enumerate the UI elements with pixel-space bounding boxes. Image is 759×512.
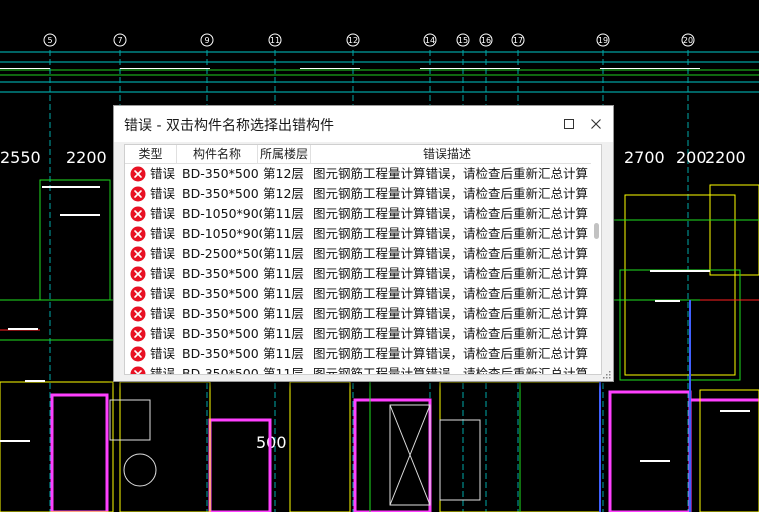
resize-grip-icon[interactable] [603, 371, 611, 379]
scrollbar-thumb[interactable] [594, 223, 599, 239]
column-header-name[interactable]: 构件名称 [177, 145, 258, 163]
row-component-name[interactable]: BD-350*500 [182, 264, 262, 284]
row-component-name[interactable]: BD-350*500 [182, 184, 262, 204]
error-row[interactable]: 错误 BD-350*500 第11层 图元钢筋工程量计算错误，请检查后重新汇总计算 [125, 284, 591, 304]
row-component-name[interactable]: BD-350*500 [182, 164, 262, 184]
error-icon [130, 206, 146, 222]
error-list-header: 类型 构件名称 所属楼层 错误描述 [125, 145, 591, 164]
error-row[interactable]: 错误 BD-1050*900 第11层 图元钢筋工程量计算错误，请检查后重新汇总计算 [125, 224, 591, 244]
row-component-name[interactable]: BD-1050*900 [182, 224, 262, 244]
axis-number: 12 [348, 36, 358, 45]
row-type: 错误 [150, 166, 176, 181]
axis-number: 20 [683, 36, 693, 45]
row-type: 错误 [150, 266, 176, 281]
axis-number: 5 [47, 36, 52, 45]
axis-number: 7 [117, 36, 122, 45]
error-list[interactable]: 类型 构件名称 所属楼层 错误描述 错误 BD-350*500 第12层 图元钢筋工程… [124, 144, 602, 375]
error-icon [130, 286, 146, 302]
axis-number: 9 [204, 36, 209, 45]
row-floor: 第11层 [263, 346, 304, 361]
row-floor: 第12层 [263, 186, 304, 201]
row-description: 图元钢筋工程量计算错误，请检查后重新汇总计算 [313, 326, 589, 341]
axis-number: 11 [270, 36, 280, 45]
row-floor: 第12层 [263, 166, 304, 181]
row-floor: 第11层 [263, 326, 304, 341]
error-dialog: 错误 - 双击构件名称选择出错构件 类型 构件名称 所属楼层 错误描述 错误 BD… [113, 105, 614, 382]
cad-dim-label: 2200 [66, 148, 107, 167]
row-floor: 第11层 [263, 306, 304, 321]
row-description: 图元钢筋工程量计算错误，请检查后重新汇总计算 [313, 306, 589, 321]
row-floor: 第11层 [263, 226, 304, 241]
close-button[interactable] [581, 106, 611, 142]
row-description: 图元钢筋工程量计算错误，请检查后重新汇总计算 [313, 226, 589, 241]
row-floor: 第11层 [263, 286, 304, 301]
row-type: 错误 [150, 306, 176, 321]
row-type: 错误 [150, 186, 176, 201]
error-row[interactable]: 错误 BD-350*500 第11层 图元钢筋工程量计算错误，请检查后重新汇总计算 [125, 364, 591, 375]
error-row[interactable]: 错误 BD-350*500 第11层 图元钢筋工程量计算错误，请检查后重新汇总计算 [125, 304, 591, 324]
close-icon [591, 119, 601, 129]
error-icon [130, 366, 146, 374]
row-floor: 第11层 [263, 206, 304, 221]
row-description: 图元钢筋工程量计算错误，请检查后重新汇总计算 [313, 166, 589, 181]
row-type: 错误 [150, 366, 176, 375]
column-header-type[interactable]: 类型 [125, 145, 177, 163]
row-component-name[interactable]: BD-350*500 [182, 284, 262, 304]
dialog-titlebar[interactable]: 错误 - 双击构件名称选择出错构件 [114, 106, 613, 142]
axis-number: 16 [481, 36, 491, 45]
error-icon [130, 346, 146, 362]
row-floor: 第11层 [263, 366, 304, 375]
maximize-icon [564, 119, 574, 129]
dialog-title: 错误 - 双击构件名称选择出错构件 [124, 118, 334, 134]
vertical-scrollbar[interactable] [591, 145, 601, 374]
axis-number: 14 [425, 36, 435, 45]
row-type: 错误 [150, 226, 176, 241]
error-row[interactable]: 错误 BD-350*500 第11层 图元钢筋工程量计算错误，请检查后重新汇总计算 [125, 324, 591, 344]
error-row[interactable]: 错误 BD-350*500 第12层 图元钢筋工程量计算错误，请检查后重新汇总计算 [125, 184, 591, 204]
row-floor: 第11层 [263, 266, 304, 281]
cad-dim-label: 200 [676, 148, 707, 167]
error-row[interactable]: 错误 BD-350*500 第11层 图元钢筋工程量计算错误，请检查后重新汇总计算 [125, 344, 591, 364]
row-component-name[interactable]: BD-2500*500 [182, 244, 262, 264]
row-description: 图元钢筋工程量计算错误，请检查后重新汇总计算 [313, 246, 589, 261]
error-row[interactable]: 错误 BD-350*500 第12层 图元钢筋工程量计算错误，请检查后重新汇总计算 [125, 164, 591, 184]
error-rows: 错误 BD-350*500 第12层 图元钢筋工程量计算错误，请检查后重新汇总计算 错误… [125, 164, 591, 375]
axis-number: 19 [598, 36, 608, 45]
row-type: 错误 [150, 246, 176, 261]
error-icon [130, 326, 146, 342]
row-component-name[interactable]: BD-350*500 [182, 324, 262, 344]
error-row[interactable]: 错误 BD-350*500 第11层 图元钢筋工程量计算错误，请检查后重新汇总计算 [125, 264, 591, 284]
axis-number: 17 [513, 36, 523, 45]
column-header-desc[interactable]: 错误描述 [311, 145, 583, 163]
cad-dim-label: 2700 [624, 148, 665, 167]
row-floor: 第11层 [263, 246, 304, 261]
row-component-name[interactable]: BD-1050*900 [182, 204, 262, 224]
row-type: 错误 [150, 206, 176, 221]
row-type: 错误 [150, 346, 176, 361]
row-type: 错误 [150, 326, 176, 341]
row-component-name[interactable]: BD-350*500 [182, 304, 262, 324]
error-row[interactable]: 错误 BD-1050*900 第11层 图元钢筋工程量计算错误，请检查后重新汇总计算 [125, 204, 591, 224]
row-description: 图元钢筋工程量计算错误，请检查后重新汇总计算 [313, 366, 589, 375]
error-icon [130, 186, 146, 202]
error-icon [130, 306, 146, 322]
error-icon [130, 226, 146, 242]
row-type: 错误 [150, 286, 176, 301]
error-icon [130, 246, 146, 262]
row-description: 图元钢筋工程量计算错误，请检查后重新汇总计算 [313, 206, 589, 221]
row-description: 图元钢筋工程量计算错误，请检查后重新汇总计算 [313, 266, 589, 281]
row-description: 图元钢筋工程量计算错误，请检查后重新汇总计算 [313, 346, 589, 361]
cad-dim-label: 2550 [0, 148, 41, 167]
column-header-floor[interactable]: 所属楼层 [258, 145, 311, 163]
cad-dim-label: 2200 [705, 148, 746, 167]
axis-number: 15 [458, 36, 468, 45]
error-icon [130, 166, 146, 182]
row-description: 图元钢筋工程量计算错误，请检查后重新汇总计算 [313, 286, 589, 301]
error-row[interactable]: 错误 BD-2500*500 第11层 图元钢筋工程量计算错误，请检查后重新汇总计算 [125, 244, 591, 264]
error-icon [130, 266, 146, 282]
maximize-button[interactable] [554, 106, 584, 142]
row-description: 图元钢筋工程量计算错误，请检查后重新汇总计算 [313, 186, 589, 201]
row-component-name[interactable]: BD-350*500 [182, 364, 262, 374]
row-component-name[interactable]: BD-350*500 [182, 344, 262, 364]
